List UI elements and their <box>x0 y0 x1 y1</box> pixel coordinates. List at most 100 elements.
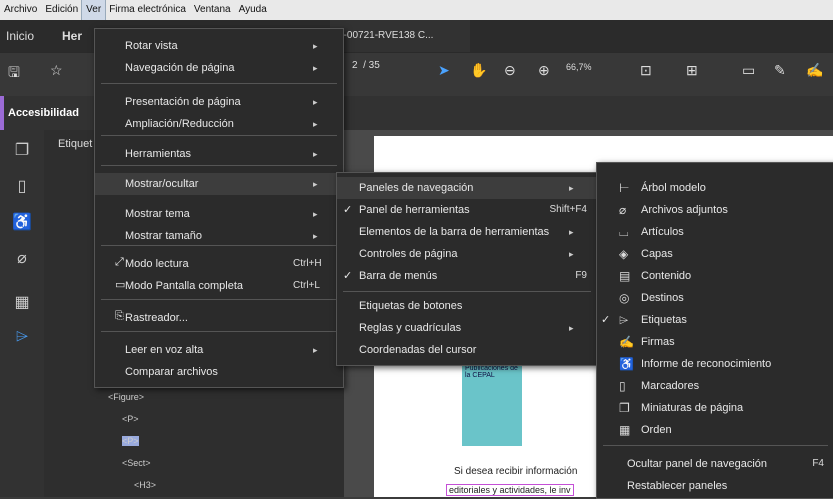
menu-item-label: Mostrar/ocultar <box>125 178 199 190</box>
hand-icon[interactable]: ✋ <box>470 62 487 79</box>
menu-archivo[interactable]: Archivo <box>0 0 41 20</box>
tag-icon: ⌲ <box>619 313 629 327</box>
signature-icon: ✍ <box>619 335 634 349</box>
menu-item-presentacion-de-pagina[interactable]: Presentación de página ▸ <box>95 91 343 113</box>
menu-item-arbol-modelo[interactable]: ⊢ Árbol modelo <box>597 177 833 199</box>
tree-item[interactable]: <P> <box>122 414 139 424</box>
menu-item-archivos-adjuntos[interactable]: ⌀ Archivos adjuntos <box>597 199 833 221</box>
tab-herramientas[interactable]: Her <box>62 20 82 52</box>
menu-item-coordenadas-del-cursor[interactable]: Coordenadas del cursor <box>337 339 597 361</box>
menu-item-controles-de-pagina[interactable]: Controles de página ▸ <box>337 243 597 265</box>
page-number[interactable]: 2 / 35 <box>352 60 380 71</box>
menu-item-orden[interactable]: ▦ Orden <box>597 419 833 441</box>
ver-menu: Rotar vista ▸ Navegación de página ▸ Present… <box>94 28 344 388</box>
menu-item-comparar-archivos[interactable]: Comparar archivos <box>95 361 343 383</box>
menu-item-contenido[interactable]: ▤ Contenido <box>597 265 833 287</box>
menu-item-label: Informe de reconocimiento <box>641 358 772 370</box>
order-icon[interactable]: ▦ <box>12 292 32 312</box>
menu-item-restablecer-paneles[interactable]: Restablecer paneles <box>597 475 833 497</box>
thumbnails-icon[interactable]: ❐ <box>12 140 32 160</box>
menu-item-paneles-de-navegacion[interactable]: Paneles de navegación ▸ <box>337 177 597 199</box>
tree-item[interactable]: <P> <box>122 436 139 446</box>
menu-item-mostrar-tema[interactable]: Mostrar tema ▸ <box>95 203 343 225</box>
menu-item-label: Leer en voz alta <box>125 344 204 356</box>
menu-item-label: Modo Pantalla completa <box>125 280 244 292</box>
chevron-right-icon: ▸ <box>313 119 318 129</box>
menu-item-label: Ampliación/Reducción <box>125 118 234 130</box>
shortcut: Ctrl+H <box>293 258 322 269</box>
menu-ventana[interactable]: Ventana <box>190 0 235 20</box>
menu-item-capas[interactable]: ◈ Capas <box>597 243 833 265</box>
star-icon[interactable]: ☆ <box>50 62 63 79</box>
zoom-in-icon[interactable]: ⊕ <box>538 62 550 79</box>
chevron-right-icon: ▸ <box>313 97 318 107</box>
menu-item-label: Presentación de página <box>125 96 241 108</box>
chevron-right-icon: ▸ <box>569 227 574 237</box>
bookmark-icon[interactable]: ▯ <box>12 176 32 196</box>
paperclip-icon: ⌀ <box>619 203 627 217</box>
menu-item-rotar-vista[interactable]: Rotar vista ▸ <box>95 35 343 57</box>
menu-item-leer-en-voz-alta[interactable]: Leer en voz alta ▸ <box>95 339 343 361</box>
menu-item-label: Panel de herramientas <box>359 204 470 216</box>
menu-ayuda[interactable]: Ayuda <box>235 0 271 20</box>
sign-icon[interactable]: ✍ <box>806 62 823 79</box>
tab-inicio[interactable]: Inicio <box>6 20 34 52</box>
menu-edicion[interactable]: Edición <box>41 0 82 20</box>
tree-item[interactable]: <H3> <box>134 480 156 490</box>
fit-page-icon[interactable]: ⊡ <box>640 62 652 79</box>
menu-item-informe-de-reconocimiento[interactable]: ♿ Informe de reconocimiento <box>597 353 833 375</box>
checkmark-icon: ✓ <box>343 270 353 282</box>
menu-item-label: Mostrar tema <box>125 208 190 220</box>
select-arrow-icon[interactable]: ➤ <box>438 62 450 79</box>
menu-item-mostrar-tamano[interactable]: Mostrar tamaño ▸ <box>95 225 343 247</box>
menu-item-label: Reglas y cuadrículas <box>359 322 462 334</box>
save-icon[interactable]: 🖫 <box>8 62 20 86</box>
menu-item-firmas[interactable]: ✍ Firmas <box>597 331 833 353</box>
menu-item-modo-pantalla-completa[interactable]: Modo Pantalla completa Ctrl+L <box>95 275 343 297</box>
zoom-out-icon[interactable]: ⊖ <box>504 62 516 79</box>
tree-item[interactable]: <Sect> <box>122 458 151 468</box>
menu-item-reglas-y-cuadriculas[interactable]: Reglas y cuadrículas ▸ <box>337 317 597 339</box>
content-icon: ▤ <box>619 269 631 283</box>
menu-item-panel-de-herramientas[interactable]: ✓ Panel de herramientas Shift+F4 <box>337 199 597 221</box>
menu-item-herramientas[interactable]: Herramientas ▸ <box>95 143 343 165</box>
shortcut: Shift+F4 <box>549 204 587 215</box>
scroll-icon[interactable]: ⊞ <box>686 62 698 79</box>
menu-item-marcadores[interactable]: ▯ Marcadores <box>597 375 833 397</box>
menu-item-rastreador[interactable]: Rastreador... <box>95 307 343 329</box>
menu-firma[interactable]: Firma electrónica <box>105 0 190 20</box>
menu-item-articulos[interactable]: ⌴ Artículos <box>597 221 833 243</box>
menu-item-label: Elementos de la barra de herramientas <box>359 226 550 238</box>
menu-item-label: Modo lectura <box>125 258 189 270</box>
accessibility-icon[interactable]: ♿ <box>12 212 32 232</box>
comment-icon[interactable]: ▭ <box>742 62 755 79</box>
menu-item-label: Etiquetas de botones <box>359 300 463 312</box>
menu-item-destinos[interactable]: ◎ Destinos <box>597 287 833 309</box>
menu-item-mostrar-ocultar[interactable]: Mostrar/ocultar ▸ <box>95 173 343 195</box>
pen-icon[interactable]: ✎ <box>774 62 786 79</box>
checkmark-icon: ✓ <box>343 204 353 216</box>
left-rail: ❐ ▯ ♿ ⌀ ▦ ⌲ <box>0 130 44 497</box>
thumbnails-icon: ❐ <box>619 401 630 415</box>
show-hide-submenu: Paneles de navegación ▸ ✓ Panel de herramie… <box>336 172 598 366</box>
menu-item-modo-lectura[interactable]: Modo lectura Ctrl+H <box>95 253 343 275</box>
menu-item-ocultar-panel-de-navegacion[interactable]: Ocultar panel de navegación F4 <box>597 453 833 475</box>
menu-item-ampliacion-reduccion[interactable]: Ampliación/Reducción ▸ <box>95 113 343 135</box>
menu-item-miniaturas-de-pagina[interactable]: ❐ Miniaturas de página <box>597 397 833 419</box>
menu-item-label: Artículos <box>641 226 684 238</box>
paperclip-icon[interactable]: ⌀ <box>12 248 32 268</box>
menu-item-etiquetas[interactable]: ✓ ⌲ Etiquetas <box>597 309 833 331</box>
shortcut: F4 <box>812 458 824 469</box>
chevron-right-icon: ▸ <box>569 183 574 193</box>
menu-item-label: Herramientas <box>125 148 192 160</box>
menu-item-label: Destinos <box>641 292 684 304</box>
zoom-level[interactable]: 66,7% <box>566 62 592 72</box>
tag-icon[interactable]: ⌲ <box>12 328 32 348</box>
tree-item[interactable]: <Figure> <box>108 392 144 402</box>
menu-item-navegacion-de-pagina[interactable]: Navegación de página ▸ <box>95 57 343 79</box>
menu-item-barra-de-menus[interactable]: ✓ Barra de menús F9 <box>337 265 597 287</box>
menu-item-etiquetas-de-botones[interactable]: Etiquetas de botones <box>337 295 597 317</box>
menu-ver[interactable]: Ver <box>81 0 107 21</box>
menu-item-elementos-de-la-barra-de-herramientas[interactable]: Elementos de la barra de herramientas ▸ <box>337 221 597 243</box>
tab-document[interactable]: 2-00721-RVE138 C... <box>330 20 470 52</box>
